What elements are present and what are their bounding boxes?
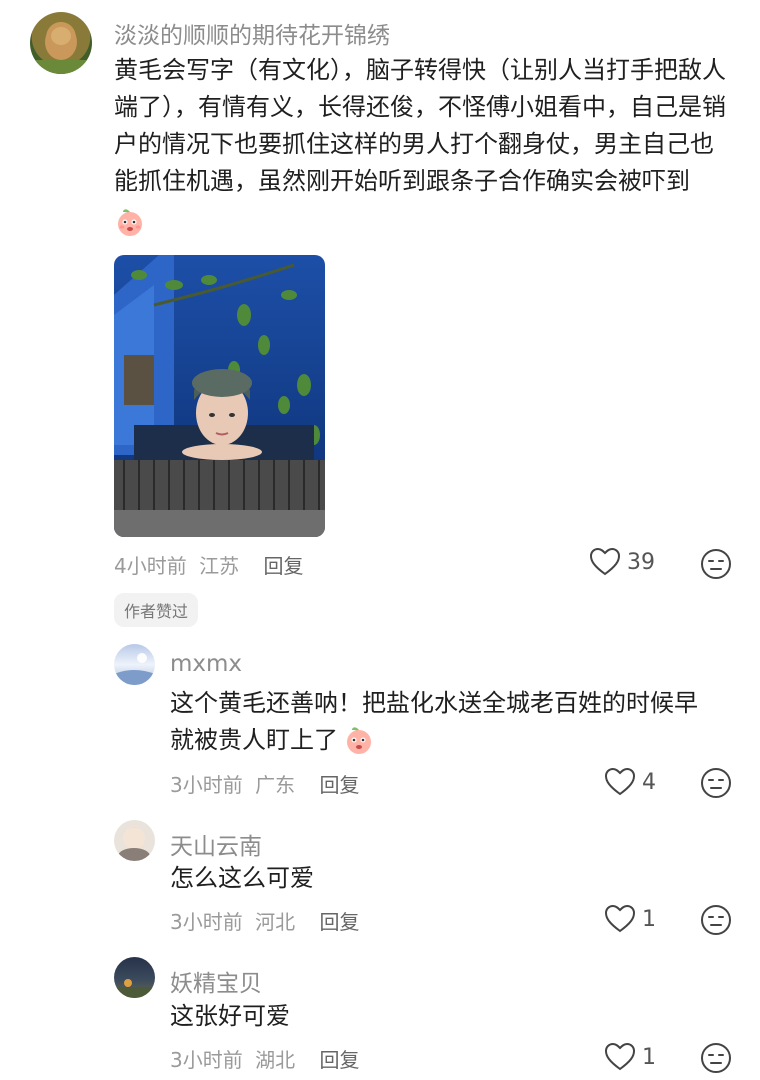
reply-2-text: 怎么这么可爱 xyxy=(170,864,314,892)
peach-face-emoji-icon xyxy=(114,206,146,238)
main-username[interactable]: 淡淡的顺顺的期待花开锦绣 xyxy=(114,16,390,50)
main-like-button[interactable]: 39 xyxy=(589,547,655,577)
reply-3-reply-button[interactable]: 回复 xyxy=(319,1048,359,1072)
reply-2-username[interactable]: 天山云南 xyxy=(170,827,262,861)
reply-2-like-count: 1 xyxy=(642,906,656,932)
main-reply-button[interactable]: 回复 xyxy=(263,554,303,578)
avatar-image xyxy=(114,979,155,998)
main-comment-meta: 4小时前 江苏 回复 xyxy=(114,550,303,579)
reply-2-meta: 3小时前 河北 回复 xyxy=(170,906,359,935)
avatar-reply-2[interactable] xyxy=(114,820,155,861)
avatar-image xyxy=(30,24,92,74)
reply-3-like-button[interactable]: 1 xyxy=(604,1042,656,1072)
main-react-button[interactable] xyxy=(700,548,732,584)
reply-2-reply-button[interactable]: 回复 xyxy=(319,910,359,934)
avatar-image xyxy=(118,826,150,861)
avatar-reply-3[interactable] xyxy=(114,957,155,998)
reply-2-location: 河北 xyxy=(255,910,296,934)
reply-1-location: 广东 xyxy=(255,773,296,797)
reply-1-reply-button[interactable]: 回复 xyxy=(319,773,359,797)
reply-2-time: 3小时前 xyxy=(170,910,243,934)
heart-icon xyxy=(604,904,636,933)
reply-1-react-button[interactable] xyxy=(700,767,732,803)
avatar-image xyxy=(114,653,155,685)
reply-1-text: 这个黄毛还善呐！把盐化水送全城老百姓的时候早就被贵人盯上了 xyxy=(170,689,698,754)
heart-icon xyxy=(589,547,621,576)
reply-3-like-count: 1 xyxy=(642,1044,656,1070)
reply-1-time: 3小时前 xyxy=(170,773,243,797)
main-comment-time: 4小时前 xyxy=(114,554,187,578)
portrait-photo[interactable] xyxy=(114,255,325,537)
expressionless-face-icon xyxy=(701,1043,731,1073)
author-liked-badge: 作者赞过 xyxy=(114,593,199,627)
reply-1-meta: 3小时前 广东 回复 xyxy=(170,769,359,798)
avatar-main[interactable] xyxy=(30,12,92,74)
reply-2-react-button[interactable] xyxy=(700,904,732,940)
reply-3-text: 这张好可爱 xyxy=(170,1002,290,1030)
reply-1-like-count: 4 xyxy=(642,769,656,795)
heart-icon xyxy=(604,1042,636,1071)
reply-3-react-button[interactable] xyxy=(700,1042,732,1078)
reply-2-like-button[interactable]: 1 xyxy=(604,904,656,934)
main-like-count: 39 xyxy=(627,549,655,575)
reply-3-meta: 3小时前 湖北 回复 xyxy=(170,1044,359,1073)
reply-3-username[interactable]: 妖精宝贝 xyxy=(170,964,262,998)
reply-3-location: 湖北 xyxy=(255,1048,296,1072)
expressionless-face-icon xyxy=(701,549,731,579)
main-comment-text: 黄毛会写字（有文化），脑子转得快（让别人当打手把敌人端了），有情有义，长得还俊，… xyxy=(114,56,726,195)
main-comment-location: 江苏 xyxy=(199,554,240,578)
reply-1-username[interactable]: mxmx xyxy=(170,651,242,677)
avatar-reply-1[interactable] xyxy=(114,644,155,685)
reply-1-like-button[interactable]: 4 xyxy=(604,767,656,797)
expressionless-face-icon xyxy=(701,905,731,935)
reply-3-time: 3小时前 xyxy=(170,1048,243,1072)
heart-icon xyxy=(604,767,636,796)
expressionless-face-icon xyxy=(701,768,731,798)
peach-face-emoji-icon xyxy=(343,724,375,756)
